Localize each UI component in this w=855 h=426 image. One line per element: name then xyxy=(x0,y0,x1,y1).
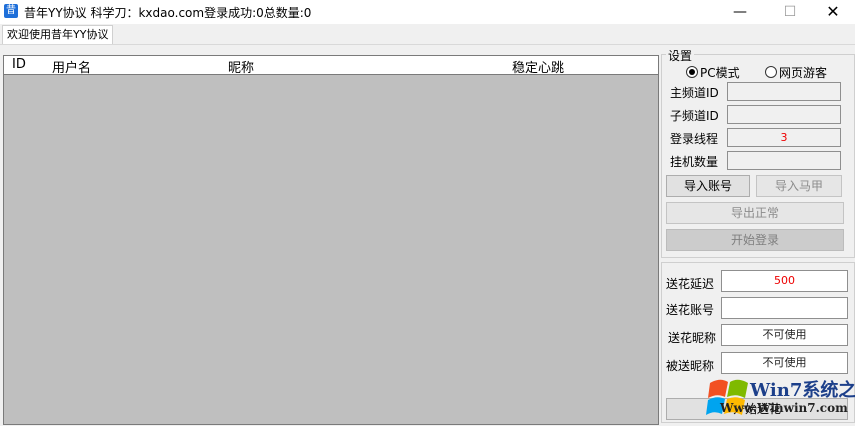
radio-web-mode[interactable]: 网页游客 xyxy=(765,64,827,81)
title-bar: 昔 昔年YY协议 科学刀：kxdao.com登录成功:0总数量:0 — ☐ ✕ xyxy=(0,0,855,24)
flower-nickname-input[interactable]: 不可使用 xyxy=(721,324,848,346)
login-threads-label: 登录线程 xyxy=(670,132,719,146)
radio-checked-icon xyxy=(686,66,698,78)
maximize-button[interactable]: ☐ xyxy=(767,0,813,24)
app-icon: 昔 xyxy=(4,4,18,18)
watermark-brand: Win7系统之家 xyxy=(750,380,855,401)
tab-strip: 欢迎使用昔年YY协议 xyxy=(0,24,855,45)
radio-web-label: 网页游客 xyxy=(779,66,828,80)
settings-legend: 设置 xyxy=(666,47,695,64)
main-channel-input[interactable] xyxy=(727,82,841,101)
column-username[interactable]: 用户名 xyxy=(52,57,91,76)
list-header: ID 用户名 昵称 稳定心跳 xyxy=(4,56,658,76)
export-normal-button[interactable]: 导出正常 xyxy=(666,202,844,224)
flower-account-input[interactable] xyxy=(721,297,848,319)
login-threads-input[interactable]: 3 xyxy=(727,128,841,147)
sub-channel-label: 子频道ID xyxy=(670,109,719,123)
window-title: 昔年YY协议 科学刀：kxdao.com登录成功:0总数量:0 xyxy=(24,6,312,20)
sub-channel-input[interactable] xyxy=(727,105,841,124)
import-vest-button[interactable]: 导入马甲 xyxy=(756,175,842,197)
target-nickname-input[interactable]: 不可使用 xyxy=(721,352,848,374)
flower-account-label: 送花账号 xyxy=(666,303,715,317)
column-id[interactable]: ID xyxy=(12,57,26,72)
flower-delay-label: 送花延迟 xyxy=(666,277,715,291)
tab-welcome[interactable]: 欢迎使用昔年YY协议 xyxy=(2,25,114,44)
watermark-url: Www.Winwin7.com xyxy=(720,401,848,415)
flower-nickname-label: 送花昵称 xyxy=(668,331,717,345)
radio-pc-mode[interactable]: PC模式 xyxy=(686,64,740,81)
main-channel-label: 主频道ID xyxy=(670,86,719,100)
start-login-button[interactable]: 开始登录 xyxy=(666,229,844,251)
idle-count-input[interactable] xyxy=(727,151,841,170)
flower-delay-input[interactable]: 500 xyxy=(721,270,848,292)
import-account-button[interactable]: 导入账号 xyxy=(666,175,750,197)
watermark-logo: Win7系统之家 Www.Winwin7.com xyxy=(706,373,855,423)
radio-pc-label: PC模式 xyxy=(700,66,740,80)
account-list[interactable]: ID 用户名 昵称 稳定心跳 xyxy=(3,55,659,425)
column-heartbeat[interactable]: 稳定心跳 xyxy=(512,57,564,76)
close-button[interactable]: ✕ xyxy=(810,0,855,24)
minimize-button[interactable]: — xyxy=(717,0,763,24)
idle-count-label: 挂机数量 xyxy=(670,155,719,169)
column-nickname[interactable]: 昵称 xyxy=(228,57,254,76)
target-nickname-label: 被送昵称 xyxy=(666,359,715,373)
radio-unchecked-icon xyxy=(765,66,777,78)
